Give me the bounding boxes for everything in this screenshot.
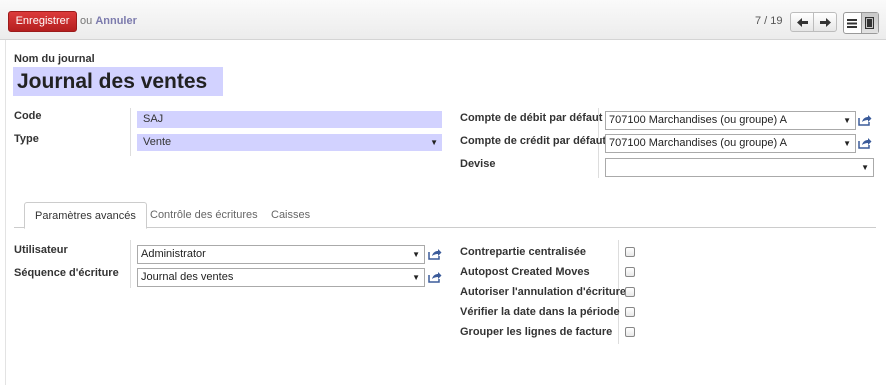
sequence-value: Journal des ventes — [141, 271, 234, 283]
sequence-label: Séquence d'écriture — [14, 267, 119, 279]
type-select[interactable]: Vente ▼ — [137, 134, 442, 151]
field-separator — [130, 240, 131, 288]
check-date-period-checkbox[interactable] — [625, 307, 635, 317]
allow-cancel-checkbox[interactable] — [625, 287, 635, 297]
dropdown-caret-icon: ▼ — [412, 273, 420, 282]
centralized-counterpart-label: Contrepartie centralisée — [460, 246, 586, 258]
pager-value[interactable]: 7 / 19 — [755, 15, 783, 27]
view-switcher — [843, 12, 879, 34]
debit-account-label: Compte de débit par défaut — [460, 112, 603, 124]
field-separator — [130, 108, 131, 156]
user-label: Utilisateur — [14, 244, 68, 256]
external-link-icon[interactable] — [858, 137, 872, 149]
sequence-select[interactable]: Journal des ventes ▼ — [137, 268, 425, 287]
journal-name-input[interactable]: Journal des ventes — [13, 67, 223, 96]
currency-label: Devise — [460, 158, 496, 170]
autopost-moves-checkbox[interactable] — [625, 267, 635, 277]
external-link-icon[interactable] — [428, 271, 442, 283]
dropdown-caret-icon: ▼ — [412, 250, 420, 259]
tab-cash-registers[interactable]: Caisses — [261, 202, 320, 228]
form-icon — [865, 17, 875, 29]
or-text: ou — [80, 15, 93, 27]
cancel-group: ou Annuler — [80, 15, 137, 27]
code-input[interactable]: SAJ — [137, 111, 442, 128]
arrow-left-icon — [796, 17, 808, 27]
type-label: Type — [14, 133, 39, 145]
allow-cancel-label: Autoriser l'annulation d'écriture — [460, 286, 626, 298]
group-invoice-lines-checkbox[interactable] — [625, 327, 635, 337]
pager-nav — [790, 12, 837, 32]
debit-account-select[interactable]: 707100 Marchandises (ou groupe) A ▼ — [605, 111, 856, 130]
debit-account-value: 707100 Marchandises (ou groupe) A — [609, 114, 787, 126]
centralized-counterpart-checkbox[interactable] — [625, 247, 635, 257]
notebook-tabs: Paramètres avancés Contrôle des écriture… — [14, 202, 876, 229]
previous-button[interactable] — [791, 13, 813, 31]
cancel-link[interactable]: Annuler — [95, 15, 137, 27]
type-select-value: Vente — [143, 136, 172, 148]
tab-entry-control[interactable]: Contrôle des écritures — [140, 202, 268, 228]
form-view-button[interactable] — [860, 13, 878, 33]
external-link-icon[interactable] — [858, 114, 872, 126]
code-label: Code — [14, 110, 42, 122]
control-bar: Enregistrer ou Annuler 7 / 19 — [0, 0, 886, 40]
list-icon — [847, 18, 858, 28]
credit-account-value: 707100 Marchandises (ou groupe) A — [609, 137, 787, 149]
check-date-period-label: Vérifier la date dans la période — [460, 306, 620, 318]
group-invoice-lines-label: Grouper les lignes de facture — [460, 326, 613, 338]
dropdown-caret-icon: ▼ — [843, 116, 851, 125]
next-button[interactable] — [813, 13, 836, 31]
external-link-icon[interactable] — [428, 248, 442, 260]
currency-select[interactable]: ▼ — [605, 158, 874, 177]
journal-name-label: Nom du journal — [14, 53, 95, 65]
credit-account-label: Compte de crédit par défaut — [460, 135, 607, 147]
dropdown-caret-icon: ▼ — [430, 138, 438, 147]
tab-advanced-settings[interactable]: Paramètres avancés — [24, 202, 147, 229]
credit-account-select[interactable]: 707100 Marchandises (ou groupe) A ▼ — [605, 134, 856, 153]
user-value: Administrator — [141, 248, 206, 260]
save-button[interactable]: Enregistrer — [8, 11, 77, 32]
user-select[interactable]: Administrator ▼ — [137, 245, 425, 264]
dropdown-caret-icon: ▼ — [843, 139, 851, 148]
autopost-moves-label: Autopost Created Moves — [460, 266, 590, 278]
list-view-button[interactable] — [844, 13, 861, 33]
dropdown-caret-icon: ▼ — [861, 163, 869, 172]
arrow-right-icon — [819, 17, 831, 27]
